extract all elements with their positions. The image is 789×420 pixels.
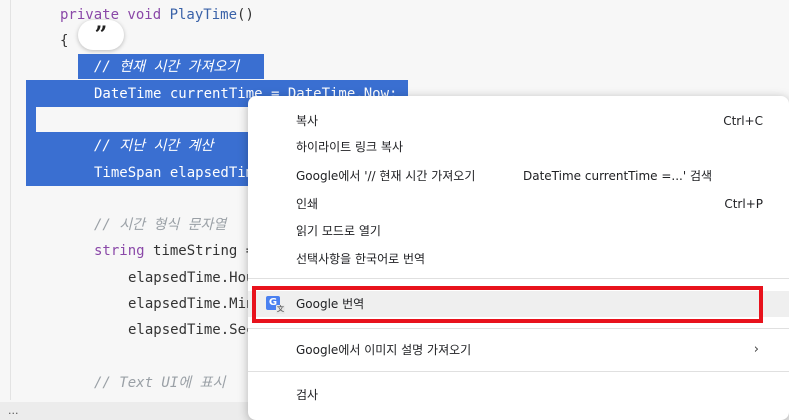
menu-item-label: 복사 — [296, 114, 319, 128]
status-text: ... — [8, 404, 19, 417]
code-comment: // 지난 시간 계산 — [94, 138, 214, 154]
code-line: { — [60, 33, 69, 49]
menu-item-label: 읽기 모드로 열기 — [296, 224, 381, 238]
menu-item-inspect[interactable]: 검사 — [248, 382, 789, 408]
menu-item-image-descriptions[interactable]: Google에서 이미지 설명 가져오기 › — [248, 337, 789, 363]
menu-item-search-google[interactable]: Google에서 '// 현재 시간 가져오기 DateTime current… — [248, 163, 789, 189]
code-line: elapsedTime.Hou — [128, 270, 255, 286]
code-function-name: PlayTime — [169, 7, 238, 23]
menu-item-label: Google에서 이미지 설명 가져오기 — [296, 343, 472, 357]
menu-item-label: 선택사항을 한국어로 번역 — [296, 252, 426, 266]
quote-icon: ” — [94, 22, 108, 48]
code-line: elapsedTime.Min — [128, 296, 255, 312]
code-comment: // 시간 형식 문자열 — [94, 217, 227, 233]
code-comment: // Text UI에 표시 — [94, 375, 226, 391]
code-comment: // 현재 시간 가져오기 — [94, 59, 240, 75]
chevron-right-icon: › — [753, 342, 759, 357]
context-menu: 복사 Ctrl+C 하이라이트 링크 복사 Google에서 '// 현재 시간… — [248, 96, 789, 420]
gutter-line — [10, 0, 11, 400]
code-text: () — [237, 7, 254, 23]
menu-item-copy-highlight-link[interactable]: 하이라이트 링크 복사 — [248, 134, 789, 160]
selection-block — [26, 107, 36, 132]
menu-item-print[interactable]: 인쇄 Ctrl+P — [248, 191, 789, 217]
shortcut-label: Ctrl+P — [724, 197, 763, 211]
menu-item-translate-selection[interactable]: 선택사항을 한국어로 번역 — [248, 246, 789, 272]
highlight-box — [252, 286, 763, 323]
menu-divider — [248, 278, 789, 279]
menu-item-label: 검사 — [296, 388, 319, 402]
menu-item-reading-mode[interactable]: 읽기 모드로 열기 — [248, 218, 789, 244]
menu-divider — [248, 371, 789, 372]
quote-button[interactable]: ” — [78, 20, 124, 50]
shortcut-label: Ctrl+C — [723, 114, 763, 128]
code-text: timeString = — [153, 243, 255, 259]
code-keyword: string — [94, 243, 154, 259]
menu-item-copy[interactable]: 복사 Ctrl+C — [248, 108, 789, 134]
menu-item-label: 하이라이트 링크 복사 — [296, 140, 403, 154]
code-line: elapsedTime.Sec — [128, 322, 255, 338]
menu-item-label: Google에서 '// 현재 시간 가져오기 — [296, 169, 476, 183]
menu-divider — [248, 328, 789, 329]
code-line: string timeString = — [94, 238, 254, 264]
code-line: TimeSpan elapsedTim — [94, 165, 255, 181]
menu-item-label-continued: DateTime currentTime =...' 검색 — [523, 169, 713, 183]
menu-item-label: 인쇄 — [296, 197, 319, 211]
